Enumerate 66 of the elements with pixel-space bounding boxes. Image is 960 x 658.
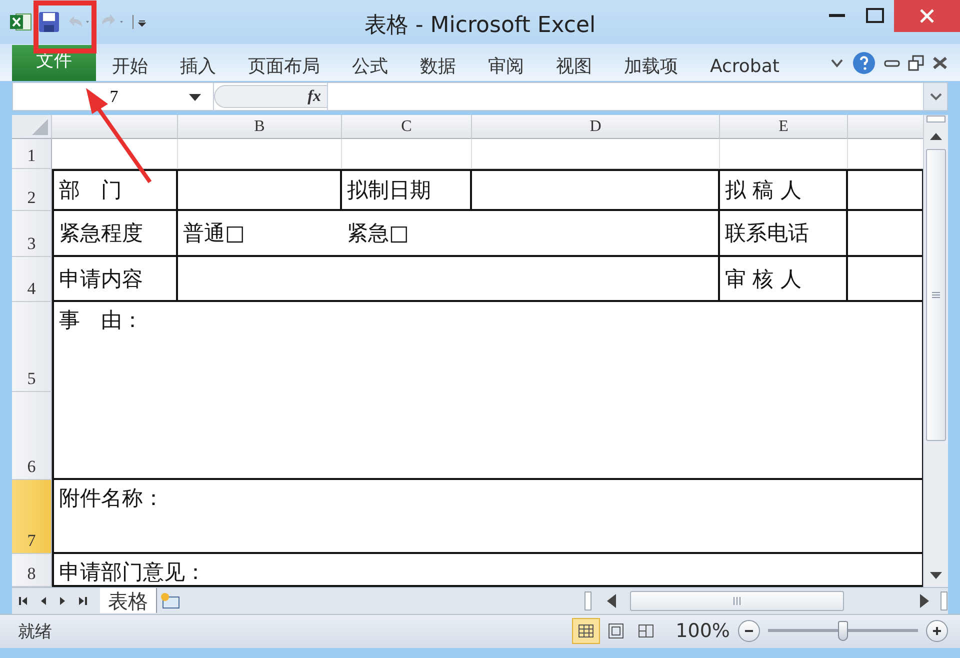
ribbon-tab[interactable]: 开始	[96, 51, 164, 82]
minimize-icon[interactable]	[829, 14, 845, 18]
ribbon-tab[interactable]: 数据	[404, 51, 472, 82]
table-cell: 拟 稿 人	[720, 169, 848, 212]
first-sheet-icon[interactable]	[18, 596, 28, 606]
row-header[interactable]: 7	[12, 480, 52, 554]
minimize-icon[interactable]	[884, 58, 900, 68]
grip-icon	[932, 292, 940, 298]
column-header[interactable]: E	[720, 115, 848, 140]
restore-icon[interactable]	[908, 54, 924, 70]
horizontal-scrollbar-thumb[interactable]	[630, 591, 844, 612]
window-title: 表格 - Microsoft Excel	[364, 13, 596, 38]
row-header[interactable]: 6	[12, 392, 52, 480]
save-icon[interactable]	[38, 10, 60, 33]
row-header[interactable]: 2	[12, 169, 52, 212]
zoom-level[interactable]: 100%	[676, 620, 730, 642]
row-header[interactable]: 8	[12, 554, 52, 588]
zoom-slider-thumb[interactable]	[838, 621, 848, 642]
sheet-tab[interactable]: 表格	[100, 588, 157, 614]
chevron-down-icon[interactable]	[930, 92, 942, 102]
scroll-up-icon[interactable]	[929, 131, 944, 142]
close-icon[interactable]	[932, 56, 948, 70]
highlight-frame	[34, 0, 96, 54]
insert-function-button[interactable]: fx	[308, 88, 321, 106]
table-cell: 拟制日期	[342, 169, 472, 212]
page-break-icon[interactable]	[636, 622, 655, 640]
table-cell: 紧急程度	[52, 211, 178, 258]
grid-icon[interactable]	[576, 622, 595, 640]
normal-view-button[interactable]	[572, 618, 600, 644]
ribbon-collapse-icon[interactable]	[830, 56, 844, 68]
status-text: 就绪	[18, 620, 52, 643]
ribbon-tab[interactable]: 公式	[336, 51, 404, 82]
ribbon-tab[interactable]: 加载项	[608, 51, 694, 82]
table-cell: 申请内容	[52, 257, 178, 302]
row-header[interactable]: 5	[12, 302, 52, 392]
spreadsheet-logo-icon[interactable]	[10, 12, 32, 32]
table-cell: 部 门	[52, 169, 178, 212]
row-header[interactable]: 3	[12, 211, 52, 258]
scroll-down-icon[interactable]	[929, 571, 944, 582]
customize-dropdown-icon[interactable]	[132, 14, 146, 30]
row-header[interactable]: 1	[12, 139, 52, 170]
column-header[interactable]: D	[472, 115, 720, 140]
plus-icon[interactable]	[932, 626, 942, 636]
last-sheet-icon[interactable]	[78, 596, 88, 606]
page-icon[interactable]	[606, 622, 625, 640]
zoom-out-button[interactable]	[738, 620, 760, 642]
ribbon-tab[interactable]: 审阅	[472, 51, 540, 82]
close-button[interactable]	[894, 0, 960, 32]
cell-text: 紧急□	[346, 220, 410, 248]
column-header[interactable]	[52, 115, 178, 140]
table-cell: 联系电话	[720, 211, 848, 258]
row-header[interactable]: 4	[12, 257, 52, 302]
column-header[interactable]: C	[342, 115, 472, 140]
ribbon-tab[interactable]: 视图	[540, 51, 608, 82]
maximize-icon[interactable]	[866, 8, 884, 24]
ribbon-tab[interactable]: 插入	[164, 51, 232, 82]
column-header[interactable]: B	[178, 115, 342, 140]
ribbon-tab[interactable]: Acrobat	[694, 51, 796, 82]
cell-text: 普通□	[182, 220, 246, 248]
grip-icon	[733, 597, 741, 606]
ribbon-tab[interactable]: 页面布局	[232, 51, 336, 82]
table-cell: 审 核 人	[720, 257, 848, 302]
vertical-scrollbar-thumb[interactable]	[926, 149, 946, 442]
help-icon[interactable]	[852, 50, 876, 74]
expand-formula-button[interactable]	[923, 83, 947, 110]
zoom-in-button[interactable]	[926, 620, 948, 642]
